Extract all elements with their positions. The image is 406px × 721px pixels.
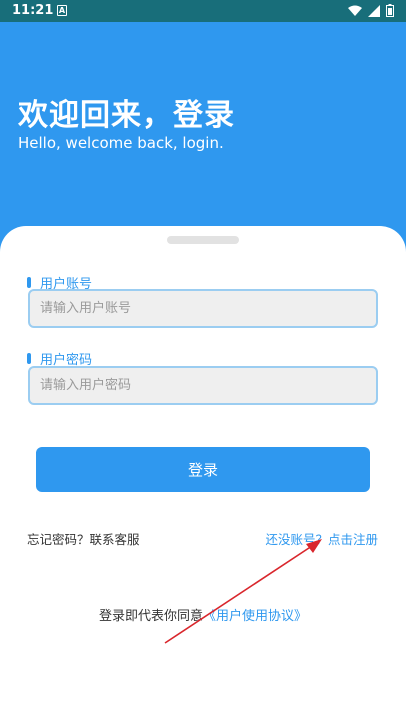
status-icons (348, 4, 394, 17)
label-bar-icon (27, 353, 31, 364)
password-input[interactable] (28, 366, 378, 405)
register-link[interactable]: 还没账号？点击注册 (265, 529, 378, 548)
agreement-text: 登录即代表你同意《用户使用协议》 (0, 605, 406, 624)
agreement-prefix: 登录即代表你同意 (98, 609, 203, 624)
drag-handle[interactable] (167, 236, 239, 244)
user-agreement-link[interactable]: 《用户使用协议》 (203, 609, 307, 624)
status-bar: 11:21 A (0, 0, 406, 22)
label-bar-icon (27, 277, 31, 288)
status-time: 11:21 (12, 3, 54, 18)
notification-icon: A (57, 5, 67, 16)
forgot-password-link[interactable]: 忘记密码？联系客服 (27, 529, 140, 548)
account-input[interactable] (28, 289, 378, 328)
login-button[interactable]: 登录 (36, 447, 370, 492)
signal-icon (368, 4, 380, 17)
battery-icon (386, 4, 394, 17)
page-subtitle: Hello, welcome back, login. (18, 134, 224, 152)
wifi-icon (348, 5, 362, 16)
page-title: 欢迎回来，登录 (18, 98, 235, 133)
